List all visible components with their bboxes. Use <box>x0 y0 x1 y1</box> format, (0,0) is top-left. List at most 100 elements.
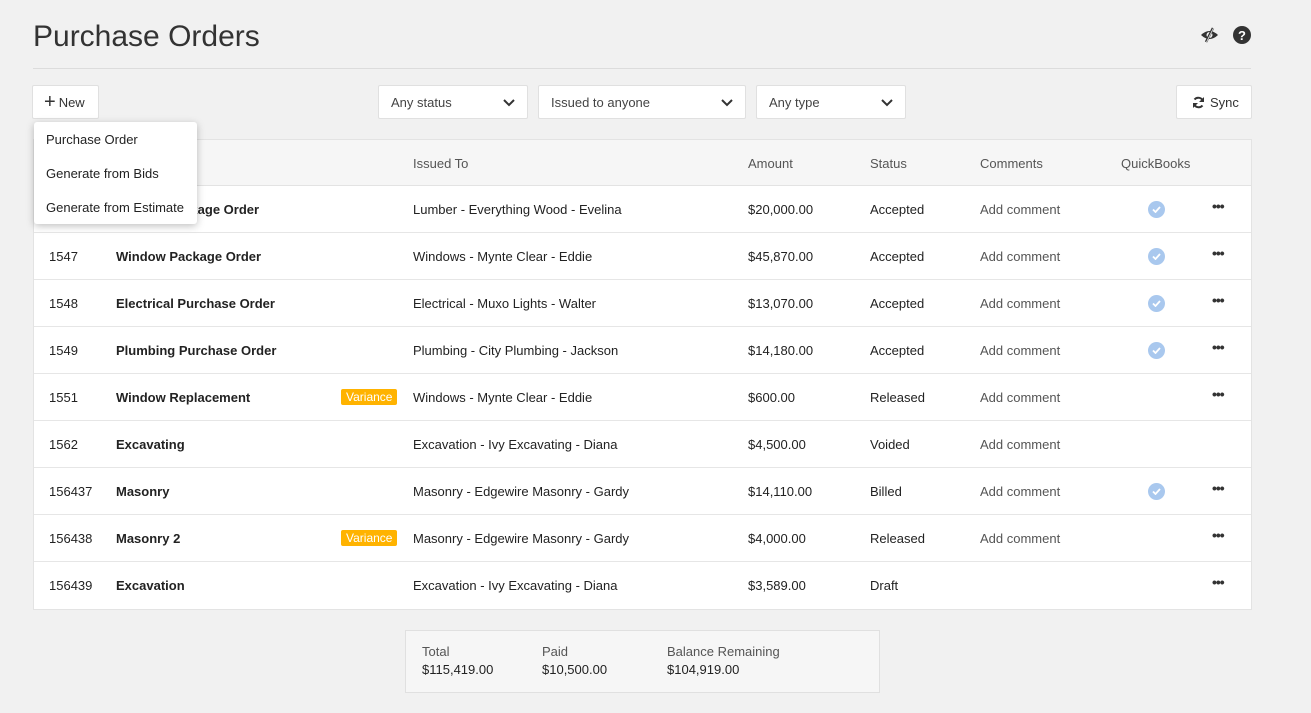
issued-to: Masonry - Edgewire Masonry - Gardy <box>413 531 630 546</box>
more-actions-icon[interactable]: ••• <box>1212 198 1225 214</box>
svg-text:?: ? <box>1238 28 1246 43</box>
more-actions-icon[interactable]: ••• <box>1212 574 1225 590</box>
paid-label: Paid <box>542 644 569 659</box>
more-actions-icon[interactable]: ••• <box>1212 386 1225 402</box>
amount: $4,000.00 <box>748 531 806 546</box>
table-header: Issued To Amount Status Comments QuickBo… <box>34 140 1251 186</box>
col-issued-to[interactable]: Issued To <box>413 156 468 171</box>
po-number: 1551 <box>49 390 78 405</box>
status: Accepted <box>870 249 925 264</box>
menu-item-purchase-order[interactable]: Purchase Order <box>34 122 197 156</box>
issued-to: Plumbing - City Plumbing - Jackson <box>413 343 619 358</box>
po-name[interactable]: Excavating <box>116 437 185 452</box>
table-row[interactable]: 1548 Electrical Purchase Order Electrical… <box>34 280 1251 327</box>
balance-value: $104,919.00 <box>667 662 740 677</box>
po-number: 1562 <box>49 437 78 452</box>
status: Released <box>870 531 925 546</box>
status: Voided <box>870 437 910 452</box>
col-comments: Comments <box>980 156 1043 171</box>
table-row[interactable]: Lumber Package OrderLumber - Everything … <box>34 186 1251 233</box>
total-value: $115,419.00 <box>422 662 494 677</box>
po-number: 156438 <box>49 531 93 546</box>
add-comment-link[interactable]: Add comment <box>980 531 1060 546</box>
variance-badge: Variance <box>341 530 398 546</box>
refresh-icon <box>1192 96 1205 109</box>
table-row[interactable]: 1562 Excavating Excavation - Ivy Excavati… <box>34 421 1251 468</box>
amount: $3,589.00 <box>748 578 806 593</box>
plus-icon: + <box>44 91 56 113</box>
issued-to: Excavation - Ivy Excavating - Diana <box>413 437 618 452</box>
amount: $20,000.00 <box>748 202 814 217</box>
status: Billed <box>870 484 902 499</box>
table-row[interactable]: 156437 Masonry Masonry - Edgewire Masonry… <box>34 468 1251 515</box>
issued-to: Lumber - Everything Wood - Evelina <box>413 202 622 217</box>
amount: $600.00 <box>748 390 795 405</box>
amount: $4,500.00 <box>748 437 806 452</box>
more-actions-icon[interactable]: ••• <box>1212 245 1225 261</box>
type-filter[interactable]: Any type <box>756 85 906 119</box>
add-comment-link[interactable]: Add comment <box>980 202 1060 217</box>
menu-item-generate-from-bids[interactable]: Generate from Bids <box>34 156 197 190</box>
quickbooks-synced-icon <box>1148 201 1165 218</box>
add-comment-link[interactable]: Add comment <box>980 249 1060 264</box>
table-row[interactable]: 1549 Plumbing Purchase Order Plumbing - C… <box>34 327 1251 374</box>
po-name[interactable]: Plumbing Purchase Order <box>116 343 276 358</box>
amount: $45,870.00 <box>748 249 814 264</box>
eye-slash-icon[interactable] <box>1199 25 1219 45</box>
table-row[interactable]: 1551 Window Replacement Variance Windows -… <box>34 374 1251 421</box>
add-comment-link[interactable]: Add comment <box>980 296 1060 311</box>
amount: $14,180.00 <box>748 343 814 358</box>
quickbooks-synced-icon <box>1148 248 1165 265</box>
po-name[interactable]: Masonry 2 <box>116 531 180 546</box>
quickbooks-synced-icon <box>1148 295 1165 312</box>
po-name[interactable]: Window Replacement <box>116 390 250 405</box>
table-row[interactable]: 156438 Masonry 2 Variance Masonry - Edgewi… <box>34 515 1251 562</box>
po-name[interactable]: Window Package Order <box>116 249 261 264</box>
po-name[interactable]: Excavation <box>116 578 185 593</box>
status-filter[interactable]: Any status <box>378 85 528 119</box>
chevron-down-icon <box>721 95 733 110</box>
menu-item-generate-from-estimate[interactable]: Generate from Estimate <box>34 190 197 224</box>
paid-value: $10,500.00 <box>542 662 608 677</box>
new-dropdown-menu: Purchase Order Generate from Bids Genera… <box>34 122 197 224</box>
po-number: 1549 <box>49 343 78 358</box>
variance-badge: Variance <box>341 389 398 405</box>
type-filter-value: Any type <box>769 94 820 110</box>
more-actions-icon[interactable]: ••• <box>1212 527 1225 543</box>
add-comment-link[interactable]: Add comment <box>980 484 1060 499</box>
sync-button[interactable]: Sync <box>1176 85 1252 119</box>
status: Draft <box>870 578 899 593</box>
add-comment-link[interactable]: Add comment <box>980 437 1060 452</box>
purchase-orders-table: Issued To Amount Status Comments QuickBo… <box>33 139 1252 610</box>
totals-panel: Total $115,419.00 Paid $10,500.00 Balanc… <box>405 630 880 693</box>
divider <box>33 68 1251 69</box>
more-actions-icon[interactable]: ••• <box>1212 292 1225 308</box>
add-comment-link[interactable]: Add comment <box>980 343 1060 358</box>
add-comment-link[interactable]: Add comment <box>980 390 1060 405</box>
col-amount[interactable]: Amount <box>748 156 793 171</box>
help-icon[interactable]: ? <box>1232 25 1252 45</box>
table-row[interactable]: 156439 Excavation Excavation - Ivy Excava… <box>34 562 1251 609</box>
issued-to: Windows - Mynte Clear - Eddie <box>413 390 593 405</box>
issued-filter-value: Issued to anyone <box>551 94 651 110</box>
po-number: 1547 <box>49 249 78 264</box>
more-actions-icon[interactable]: ••• <box>1212 480 1225 496</box>
status: Accepted <box>870 296 925 311</box>
amount: $14,110.00 <box>748 484 813 499</box>
col-quickbooks: QuickBooks <box>1121 156 1191 171</box>
po-name[interactable]: Masonry <box>116 484 169 499</box>
po-number: 1548 <box>49 296 78 311</box>
sync-label: Sync <box>1210 94 1239 110</box>
balance-label: Balance Remaining <box>667 644 780 659</box>
more-actions-icon[interactable]: ••• <box>1212 339 1225 355</box>
new-button[interactable]: + New <box>32 85 99 119</box>
col-status[interactable]: Status <box>870 156 907 171</box>
quickbooks-synced-icon <box>1148 483 1165 500</box>
issued-filter[interactable]: Issued to anyone <box>538 85 746 119</box>
status: Accepted <box>870 343 925 358</box>
issued-to: Masonry - Edgewire Masonry - Gardy <box>413 484 630 499</box>
po-name[interactable]: Electrical Purchase Order <box>116 296 275 311</box>
table-row[interactable]: 1547 Window Package Order Windows - Mynte… <box>34 233 1251 280</box>
po-number: 156437 <box>49 484 93 499</box>
status: Accepted <box>870 202 925 217</box>
